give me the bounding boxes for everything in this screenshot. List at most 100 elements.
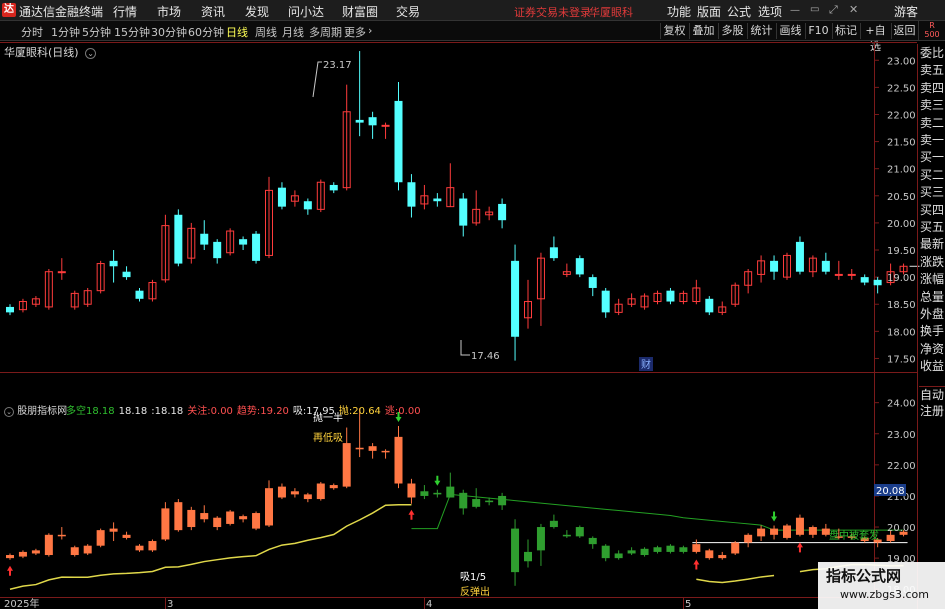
- panel-item-0[interactable]: 委比: [919, 45, 945, 62]
- panel-item-4[interactable]: 卖二: [919, 115, 945, 132]
- buy-arrow-icon-0: [7, 565, 13, 576]
- ind-candle-62: [808, 527, 817, 535]
- panel-item-1[interactable]: 卖五: [919, 62, 945, 79]
- panel-item-17[interactable]: 净资: [919, 341, 945, 358]
- ind-tick-label-2: 22.00: [887, 461, 916, 472]
- candle-33: [433, 198, 442, 202]
- panel-item-6[interactable]: 买一: [919, 149, 945, 166]
- candle-25: [329, 184, 338, 191]
- price-tick-label-3: 21.50: [887, 138, 916, 149]
- indicator-value-4: 趋势:19.20: [236, 406, 289, 417]
- panel-item-8[interactable]: 买三: [919, 184, 945, 201]
- panel-auto-0[interactable]: 自动: [919, 385, 945, 404]
- panel-auto-1[interactable]: 注册: [919, 403, 945, 420]
- ind-candle-36: [472, 499, 481, 507]
- panel-item-14[interactable]: 总量: [919, 289, 945, 306]
- candle-67: [873, 279, 882, 286]
- ind-candle-44: [575, 527, 584, 537]
- kline-chart[interactable]: 23.00 22.50 22.00 21.50 21.00 20.50 20.00 19.50…: [0, 0, 945, 609]
- ind-candle-27: [355, 447, 364, 450]
- ind-candle-29: [381, 450, 390, 453]
- candle-46: [601, 290, 610, 313]
- candle-16: [213, 241, 222, 259]
- panel-item-15[interactable]: 外盘: [919, 306, 945, 323]
- panel-item-2[interactable]: 卖四: [919, 80, 945, 97]
- panel-item-18[interactable]: 收益: [919, 358, 945, 375]
- ind-candle-68: [886, 534, 895, 542]
- ind-candle-30: [394, 436, 403, 484]
- candle-45: [588, 277, 597, 288]
- ind-candle-58: [757, 528, 766, 537]
- ind-candle-12: [161, 508, 170, 540]
- candle-44: [575, 258, 584, 275]
- price-tick-label-11: 17.50: [887, 354, 916, 365]
- ind-candle-54: [705, 550, 714, 559]
- ind-candle-9: [122, 534, 131, 538]
- panel-item-10[interactable]: 买五: [919, 219, 945, 236]
- candle-65: [847, 273, 856, 276]
- candle-27: [355, 119, 364, 123]
- annotation-buy-again: 再低吸: [313, 431, 343, 444]
- ind-candle-16: [213, 517, 222, 528]
- price-tick-label-1: 22.50: [887, 83, 916, 94]
- panel-item-13[interactable]: 涨幅: [919, 271, 945, 288]
- price-tick-label-6: 20.00: [887, 219, 916, 230]
- indicator-value-5: 吸:17.95: [292, 406, 335, 417]
- sell-line: [411, 493, 904, 531]
- panel-item-7[interactable]: 买二: [919, 167, 945, 184]
- indicator-dropdown-icon[interactable]: ⌄: [4, 407, 14, 417]
- ind-candle-20: [265, 488, 273, 526]
- ind-candle-7: [96, 530, 105, 546]
- ind-candle-5: [70, 547, 79, 556]
- panel-item-12[interactable]: 涨跌: [919, 254, 945, 271]
- ind-candle-25: [329, 485, 338, 489]
- candle-18: [239, 239, 248, 245]
- ind-candle-37: [485, 500, 494, 503]
- ind-candle-57: [744, 534, 753, 543]
- candle-13: [174, 214, 183, 264]
- sell-arrow-icon-5: [771, 511, 778, 522]
- candle-61: [795, 241, 804, 272]
- panel-item-5[interactable]: 卖一: [919, 132, 945, 149]
- candle-39: [511, 260, 520, 337]
- indicator-value-7: 逃:0.00: [384, 406, 421, 417]
- ind-candle-8: [109, 528, 118, 532]
- date-label-5: 5: [685, 599, 691, 609]
- ind-candle-14: [187, 509, 196, 528]
- ind-candle-43: [562, 534, 571, 537]
- ind-candle-41: [536, 527, 545, 551]
- panel-item-11[interactable]: 最新: [919, 236, 945, 253]
- indicator-title: ⌄ 股朋指标网: [4, 402, 67, 417]
- price-tick-label-9: 18.50: [887, 300, 916, 311]
- ind-candle-17: [226, 511, 235, 524]
- watermark: 指标公式网 www.zbgs3.com: [818, 562, 945, 609]
- ind-candle-52: [679, 547, 688, 552]
- ind-candle-3: [44, 534, 53, 556]
- candle-54: [705, 298, 714, 313]
- ind-candle-24: [316, 483, 325, 500]
- candle-66: [860, 277, 869, 283]
- candle-4: [57, 271, 66, 274]
- indicator-values: 多空18.18 18.18:18.18 关注:0.00 趋势:19.20 吸:17.95…: [66, 402, 425, 417]
- price-tick-label-5: 20.50: [887, 192, 916, 203]
- buy-arrow-icon-4: [693, 559, 700, 570]
- ind-candle-23: [303, 494, 312, 500]
- ind-candle-13: [174, 502, 183, 531]
- candle-30: [394, 100, 403, 183]
- ind-candle-28: [368, 446, 377, 451]
- ind-candle-60: [783, 525, 791, 538]
- ind-candle-4: [57, 534, 66, 537]
- ind-candle-31: [407, 483, 416, 498]
- candle-28: [368, 117, 377, 126]
- panel-item-3[interactable]: 卖三: [919, 97, 945, 114]
- ind-candle-22: [290, 491, 299, 495]
- panel-item-9[interactable]: 买四: [919, 202, 945, 219]
- ind-candle-2: [31, 550, 40, 554]
- ind-candle-35: [459, 492, 468, 509]
- candle-10: [135, 290, 144, 299]
- ind-candle-10: [135, 545, 144, 551]
- annotation-trapped: 盘中被套发: [829, 529, 879, 542]
- date-label-3: 3: [167, 599, 173, 609]
- panel-item-16[interactable]: 换手: [919, 323, 945, 340]
- low-price-label: 17.46: [471, 351, 500, 362]
